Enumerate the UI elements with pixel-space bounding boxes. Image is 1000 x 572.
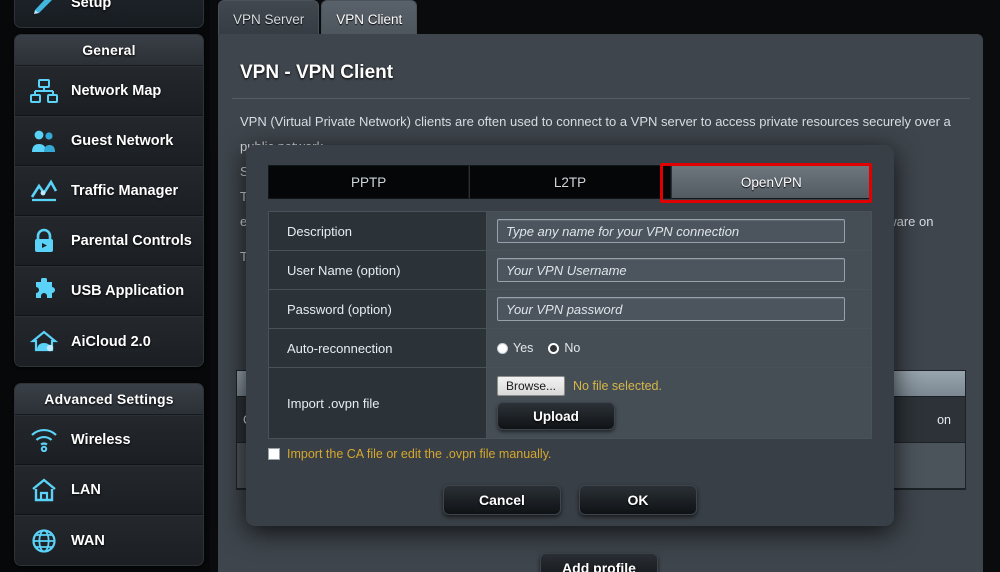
sidebar-item-label: Guest Network <box>71 133 174 149</box>
pencil-icon <box>27 0 61 16</box>
ca-file-checkbox[interactable] <box>268 448 280 460</box>
sidebar-item-lan[interactable]: LAN <box>15 465 203 515</box>
sidebar-group-title: General <box>15 35 203 66</box>
modal-tab-bar: PPTP L2TP OpenVPN <box>268 165 872 199</box>
sidebar-item-network-map[interactable]: Network Map <box>15 66 203 116</box>
auto-reconnect-radio-group: Yes No <box>497 341 590 355</box>
title-divider <box>232 98 970 99</box>
modal-tab-l2tp[interactable]: L2TP <box>469 165 671 199</box>
field-label: User Name (option) <box>269 251 487 289</box>
wifi-icon <box>27 423 61 457</box>
sidebar-item-label: Traffic Manager <box>71 183 179 199</box>
sidebar-item-label: AiCloud 2.0 <box>71 333 151 350</box>
tab-vpn-client[interactable]: VPN Client <box>321 0 418 35</box>
form-row-username: User Name (option) Your VPN Username <box>269 251 871 290</box>
field-value-cell: Browse... No file selected. Upload <box>487 368 871 438</box>
form-row-password: Password (option) Your VPN password <box>269 290 871 329</box>
modal-tab-openvpn[interactable]: OpenVPN <box>670 165 872 199</box>
sidebar-item-parental-controls[interactable]: Parental Controls <box>15 216 203 266</box>
sidebar-item-label: WAN <box>71 532 105 549</box>
file-status-text: No file selected. <box>573 379 662 393</box>
modal-tab-pptp[interactable]: PPTP <box>268 165 470 199</box>
guest-network-icon <box>27 124 61 158</box>
add-profile-button[interactable]: Add profile <box>540 553 658 572</box>
browse-button[interactable]: Browse... <box>497 376 566 396</box>
app-window: Setup General Network Map Guest Network … <box>0 0 1000 572</box>
form-row-import-ovpn: Import .ovpn file Browse... No file sele… <box>269 368 871 439</box>
field-value-cell: Your VPN Username <box>487 251 871 289</box>
sidebar-item-usb-application[interactable]: USB Application <box>15 266 203 316</box>
home-icon <box>27 473 61 507</box>
vpn-settings-form: Description Type any name for your VPN c… <box>268 211 872 439</box>
tab-bar: VPN Server VPN Client <box>218 0 419 35</box>
description-line: VPN (Virtual Private Network) clients ar… <box>240 114 951 129</box>
lock-icon <box>27 224 61 258</box>
field-label: Password (option) <box>269 290 487 328</box>
radio-yes-label: Yes <box>513 341 534 355</box>
username-input[interactable]: Your VPN Username <box>497 258 845 282</box>
sidebar-item-wireless[interactable]: Wireless <box>15 415 203 465</box>
sidebar-item-label: Wireless <box>71 432 131 448</box>
globe-icon <box>27 524 61 558</box>
field-label: Auto-reconnection <box>269 329 487 367</box>
field-value-cell: Type any name for your VPN connection <box>487 212 871 250</box>
cancel-button[interactable]: Cancel <box>443 485 561 515</box>
field-value-cell: Your VPN password <box>487 290 871 328</box>
description-input[interactable]: Type any name for your VPN connection <box>497 219 845 243</box>
sidebar-item-label: Parental Controls <box>71 233 192 249</box>
sidebar-item-label: Setup <box>71 0 112 11</box>
page-title: VPN - VPN Client <box>240 62 394 83</box>
sidebar-item-label: USB Application <box>71 283 185 299</box>
form-row-description: Description Type any name for your VPN c… <box>269 212 871 251</box>
radio-no[interactable] <box>548 342 560 354</box>
radio-no-label: No <box>564 341 581 355</box>
puzzle-icon <box>27 274 61 308</box>
password-input[interactable]: Your VPN password <box>497 297 845 321</box>
sidebar-item-guest-network[interactable]: Guest Network <box>15 116 203 166</box>
sidebar-group-advanced-settings: Advanced Settings Wireless LAN WAN <box>14 383 204 566</box>
sidebar: Setup General Network Map Guest Network … <box>0 0 210 572</box>
sidebar-group-general: General Network Map Guest Network Traffi… <box>14 34 204 367</box>
sidebar-item-wan[interactable]: WAN <box>15 515 203 565</box>
file-picker: Browse... No file selected. <box>497 376 662 396</box>
tab-vpn-server[interactable]: VPN Server <box>218 0 320 35</box>
field-value-cell: Yes No <box>487 329 871 367</box>
vpn-client-modal: PPTP L2TP OpenVPN Description Type any n… <box>246 145 894 526</box>
field-label: Description <box>269 212 487 250</box>
sidebar-item-setup[interactable]: Setup <box>14 0 204 28</box>
sidebar-item-label: Network Map <box>71 83 162 99</box>
network-map-icon <box>27 74 61 108</box>
modal-button-row: Cancel OK <box>246 485 894 515</box>
ok-button[interactable]: OK <box>579 485 697 515</box>
sidebar-item-traffic-manager[interactable]: Traffic Manager <box>15 166 203 216</box>
sidebar-item-aicloud[interactable]: AiCloud 2.0 <box>15 316 203 366</box>
radio-yes[interactable] <box>497 342 508 354</box>
sidebar-group-title: Advanced Settings <box>15 384 203 415</box>
form-row-auto-reconnection: Auto-reconnection Yes No <box>269 329 871 368</box>
traffic-manager-icon <box>27 174 61 208</box>
ca-file-checkbox-label: Import the CA file or edit the .ovpn fil… <box>287 447 552 461</box>
field-label: Import .ovpn file <box>269 368 487 438</box>
cloud-home-icon <box>27 325 61 359</box>
ca-file-checkbox-row: Import the CA file or edit the .ovpn fil… <box>268 447 551 461</box>
sidebar-item-label: LAN <box>71 482 101 498</box>
upload-button[interactable]: Upload <box>497 402 615 430</box>
